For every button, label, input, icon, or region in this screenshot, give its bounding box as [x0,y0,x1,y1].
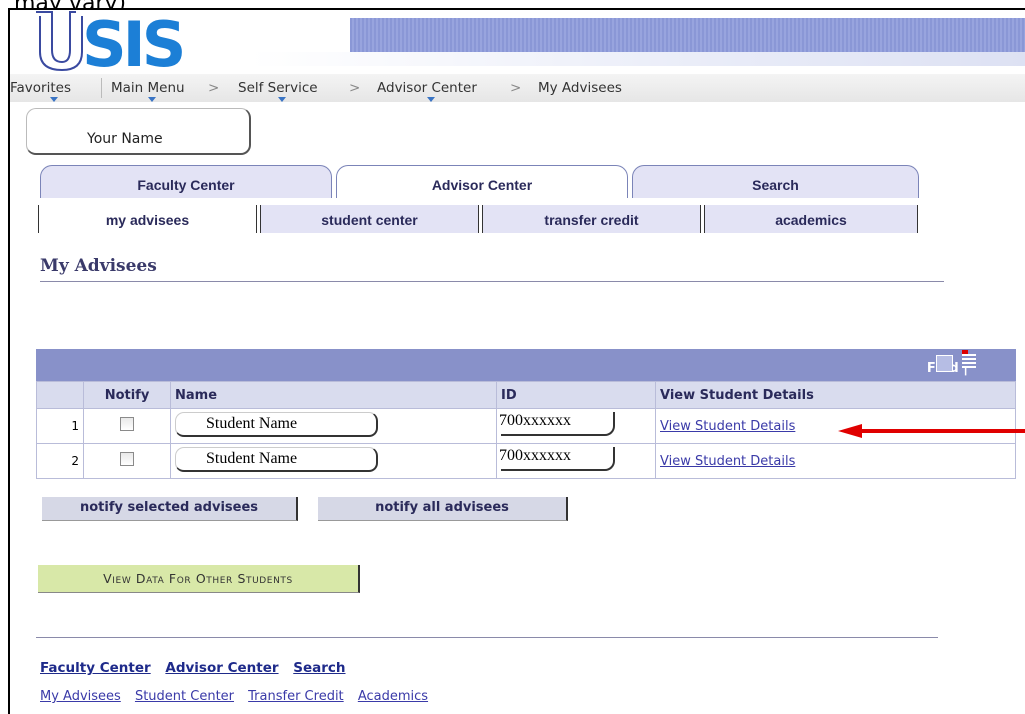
tab-transfer-credit[interactable]: transfer credit [478,205,700,233]
main-tabs: Faculty Center Advisor Center Search [40,165,920,199]
footer-main-links: Faculty Center Advisor Center Search [40,660,356,676]
main-menu-dropdown-icon[interactable] [148,97,156,102]
banner-gradient [250,52,1025,66]
view-student-details-link[interactable]: View Student Details [660,419,795,434]
favorites-menu[interactable]: Favorites [10,80,71,96]
tab-student-center-label: student center [321,212,418,228]
notify-cell [83,443,171,479]
footer-sub-links: My Advisees Student Center Transfer Cred… [40,689,438,704]
row-number-header [36,381,84,409]
tab-divider [478,205,481,233]
footer-link-my-advisees[interactable]: My Advisees [40,689,121,704]
sub-tabs: my advisees student center transfer cred… [38,205,918,233]
footer-link-transfer-credit[interactable]: Transfer Credit [248,689,344,704]
tab-academics[interactable]: academics [700,205,918,233]
notify-all-advisees-button[interactable]: notify all advisees [318,497,568,521]
tab-search[interactable]: Search [632,165,919,198]
tab-academics-label: academics [775,212,847,228]
notify-checkbox[interactable] [120,452,134,466]
tab-faculty-center[interactable]: Faculty Center [40,165,332,198]
grid-toolbar: Find | [36,349,1016,381]
notify-cell [83,408,171,444]
tab-my-advisees-label: my advisees [105,212,190,228]
tab-divider [700,205,703,233]
details-column-header: View Student Details [655,381,1016,409]
student-name-field: Student Name [175,446,378,472]
breadcrumb-separator: > [510,80,522,96]
id-cell: 700xxxxxx [496,408,656,444]
red-arrow-annotation [838,424,1025,438]
advisor-center-dropdown-icon[interactable] [427,97,435,102]
footer-divider [36,637,938,638]
notify-selected-advisees-button[interactable]: notify selected advisees [42,497,298,521]
user-name-callout: Your Name [26,108,251,155]
user-name: Your Name [87,131,163,147]
favorites-dropdown-icon[interactable] [50,97,58,102]
notify-column-header: Notify [83,381,171,409]
footer-link-academics[interactable]: Academics [358,689,428,704]
breadcrumb-bar: Favorites Main Menu > Self Service > Adv… [10,74,1025,102]
tab-student-center[interactable]: student center [256,205,478,233]
name-column-header: Name [170,381,497,409]
row-number: 2 [36,443,84,479]
title-underline [40,281,944,282]
view-student-details-link[interactable]: View Student Details [660,454,795,469]
download-spreadsheet-icon[interactable] [962,350,976,368]
advisees-grid: Find | Notify Name ID View Student Detai… [36,349,1016,479]
tab-transfer-credit-label: transfer credit [544,212,639,228]
footer-link-search[interactable]: Search [293,660,345,676]
banner-stripe [350,18,1025,52]
breadcrumb-self-service[interactable]: Self Service [238,80,318,96]
id-cell: 700xxxxxx [496,443,656,479]
table-row: 2 Student Name 700xxxxxx View Student De… [36,443,1016,479]
main-menu[interactable]: Main Menu [111,80,185,96]
footer-link-advisor-center[interactable]: Advisor Center [165,660,278,676]
tab-divider [256,205,259,233]
self-service-dropdown-icon[interactable] [278,97,286,102]
student-name: Student Name [206,449,298,467]
row-number: 1 [36,408,84,444]
name-cell: Student Name [170,443,497,479]
view-data-other-students-label: View Data For Other Students [103,571,293,586]
view-data-other-students-button[interactable]: View Data For Other Students [38,565,360,593]
student-id: 700xxxxxx [499,447,571,464]
breadcrumb-current: My Advisees [538,80,622,96]
footer-link-faculty-center[interactable]: Faculty Center [40,660,151,676]
footer-link-student-center[interactable]: Student Center [135,689,234,704]
student-id: 700xxxxxx [499,412,571,429]
breadcrumb-separator: > [349,80,361,96]
page-title: My Advisees [40,256,157,276]
student-name: Student Name [206,414,298,432]
tab-my-advisees[interactable]: my advisees [38,205,256,233]
breadcrumb-separator: > [208,80,220,96]
student-id-field: 700xxxxxx [499,412,615,436]
nav-divider [101,78,102,98]
student-name-field: Student Name [175,411,378,437]
usis-logo: SIS [36,10,187,72]
table-header-row: Notify Name ID View Student Details [36,381,1016,409]
logo-text: SIS [82,10,183,72]
id-column-header: ID [496,381,656,409]
zoom-icon[interactable] [936,355,953,372]
tab-advisor-center[interactable]: Advisor Center [336,165,628,198]
notify-checkbox[interactable] [120,417,134,431]
name-cell: Student Name [170,408,497,444]
details-cell: View Student Details [655,443,1016,479]
student-id-field: 700xxxxxx [499,447,615,471]
breadcrumb-advisor-center[interactable]: Advisor Center [377,80,477,96]
